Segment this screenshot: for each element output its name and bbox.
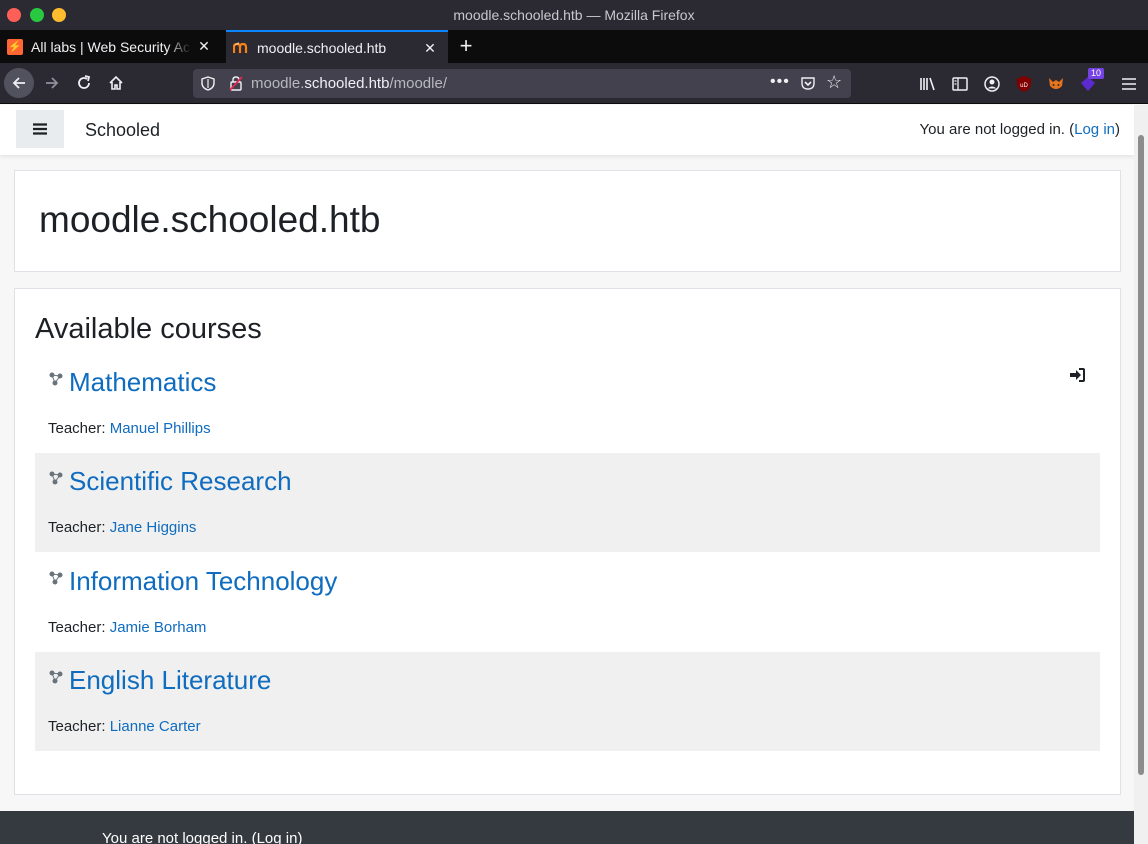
web-security-academy-icon: ⚡ — [7, 38, 23, 55]
arrow-right-icon — [46, 77, 59, 89]
available-courses-heading: Available courses — [35, 313, 262, 345]
course-item: Information Technology Teacher: Jamie Bo… — [35, 553, 1100, 652]
hamburger-menu-icon[interactable] — [1119, 74, 1139, 94]
tab-label: All labs | Web Security Academy — [31, 38, 191, 55]
footer-login-link[interactable]: Log in — [257, 830, 298, 844]
footer-login-info: You are not logged in. (Log in) — [102, 830, 302, 844]
bars-icon — [33, 123, 47, 135]
page-footer: You are not logged in. (Log in) — [0, 811, 1134, 844]
tab-moodle[interactable]: moodle.schooled.htb ✕ — [226, 30, 448, 63]
teacher-label: Teacher: — [48, 519, 110, 536]
account-icon[interactable] — [982, 74, 1002, 94]
site-name-link[interactable]: Schooled — [85, 120, 160, 141]
teacher-link[interactable]: Manuel Phillips — [110, 420, 211, 437]
extension-badge: 10 — [1088, 68, 1105, 79]
nav-drawer-toggle-button[interactable] — [16, 110, 64, 148]
course-icon — [49, 571, 63, 585]
insecure-lock-icon[interactable] — [229, 76, 243, 91]
tracking-protection-shield-icon[interactable] — [201, 76, 215, 91]
moodle-navbar: Schooled You are not logged in. (Log in) — [0, 105, 1134, 155]
foxyproxy-icon[interactable] — [1046, 74, 1066, 94]
url-domain: schooled.htb — [304, 75, 390, 92]
course-icon — [49, 670, 63, 684]
tab-bar: ⚡ All labs | Web Security Academy ✕ mood… — [0, 30, 1148, 63]
course-link[interactable]: English Literature — [69, 665, 271, 696]
course-teacher: Teacher: Jane Higgins — [48, 519, 196, 536]
close-tab-icon[interactable]: ✕ — [196, 38, 212, 54]
teacher-label: Teacher: — [48, 420, 110, 437]
library-icon[interactable] — [918, 74, 938, 94]
new-tab-button[interactable]: + — [455, 34, 477, 58]
reload-icon — [78, 75, 91, 89]
moodle-icon — [233, 40, 249, 56]
footer-login-suffix: ) — [297, 830, 303, 844]
page-header-card: moodle.schooled.htb — [14, 170, 1121, 272]
course-icon — [49, 372, 63, 386]
reload-button[interactable] — [69, 68, 99, 98]
bookmark-star-icon[interactable]: ☆ — [826, 72, 842, 93]
course-item: English Literature Teacher: Lianne Carte… — [35, 652, 1100, 751]
teacher-link[interactable]: Jamie Borham — [110, 619, 207, 636]
tab-web-security-academy[interactable]: ⚡ All labs | Web Security Academy ✕ — [0, 30, 222, 63]
ublock-origin-icon[interactable]: uD — [1014, 74, 1034, 94]
teacher-label: Teacher: — [48, 718, 110, 735]
login-link[interactable]: Log in — [1074, 121, 1115, 138]
page-scrollbar[interactable] — [1134, 105, 1148, 844]
course-teacher: Teacher: Jamie Borham — [48, 619, 206, 636]
tab-label: moodle.schooled.htb — [257, 39, 387, 56]
course-link[interactable]: Mathematics — [69, 367, 216, 398]
available-courses-card: Available courses Mathematics Teacher: M… — [14, 288, 1121, 795]
sidebar-icon[interactable] — [950, 74, 970, 94]
teacher-link[interactable]: Jane Higgins — [110, 519, 197, 536]
self-enrolment-icon[interactable] — [1069, 367, 1085, 383]
scrollbar-thumb[interactable] — [1138, 135, 1144, 775]
course-item: Mathematics Teacher: Manuel Phillips — [35, 354, 1100, 453]
course-link[interactable]: Scientific Research — [69, 466, 292, 497]
arrow-left-icon — [12, 77, 25, 89]
url-path: /moodle/ — [389, 75, 447, 92]
course-icon — [49, 471, 63, 485]
teacher-link[interactable]: Lianne Carter — [110, 718, 201, 735]
back-button[interactable] — [4, 68, 34, 98]
pocket-icon[interactable] — [800, 76, 816, 91]
navigation-toolbar: moodle.schooled.htb/moodle/ ••• ☆ uD — [0, 63, 1148, 104]
page-actions-menu-icon[interactable]: ••• — [770, 73, 790, 91]
course-teacher: Teacher: Lianne Carter — [48, 718, 201, 735]
svg-text:uD: uD — [1020, 83, 1028, 89]
window-title: moodle.schooled.htb — Mozilla Firefox — [453, 7, 695, 23]
page-viewport: Schooled You are not logged in. (Log in)… — [0, 105, 1134, 844]
login-info-text: You are not logged in. ( — [919, 121, 1075, 138]
home-button[interactable] — [101, 68, 131, 98]
footer-login-text: You are not logged in. ( — [102, 830, 257, 844]
close-tab-icon[interactable]: ✕ — [422, 40, 438, 56]
course-link[interactable]: Information Technology — [69, 566, 337, 597]
teacher-label: Teacher: — [48, 619, 110, 636]
login-info: You are not logged in. (Log in) — [920, 121, 1120, 138]
forward-button[interactable] — [37, 68, 67, 98]
page-title: moodle.schooled.htb — [39, 199, 381, 240]
course-teacher: Teacher: Manuel Phillips — [48, 420, 211, 437]
url-bar[interactable]: moodle.schooled.htb/moodle/ ••• ☆ — [193, 69, 851, 98]
url-subdomain: moodle. — [251, 75, 305, 92]
course-item: Scientific Research Teacher: Jane Higgin… — [35, 453, 1100, 552]
url-text[interactable]: moodle.schooled.htb/moodle/ — [251, 75, 447, 92]
login-info-suffix: ) — [1115, 121, 1120, 138]
window-title-bar: moodle.schooled.htb — Mozilla Firefox — [0, 0, 1148, 30]
home-icon — [109, 75, 123, 90]
